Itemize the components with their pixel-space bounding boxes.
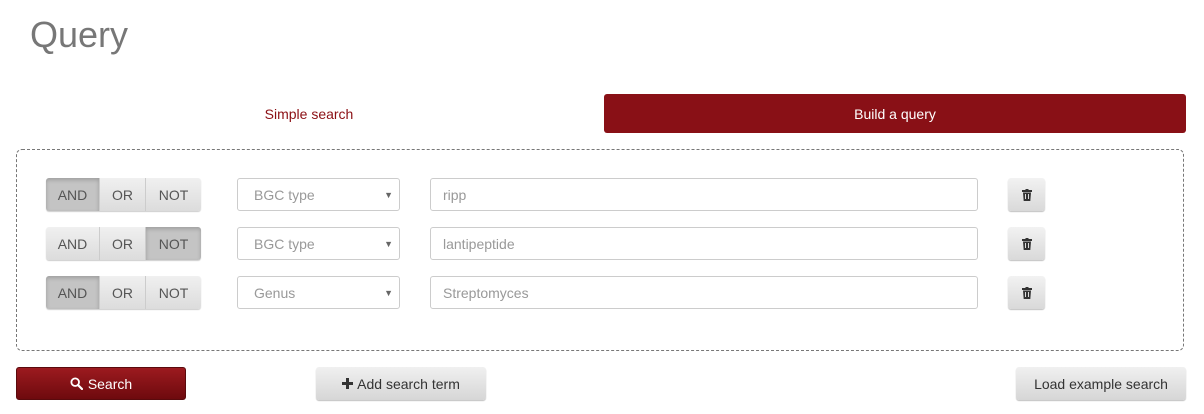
query-builder: AND OR NOT BGC type ▼ ripp AND OR NOT BG… [16,149,1184,351]
operator-or-label: OR [112,284,133,301]
load-example-button[interactable]: Load example search [1016,367,1186,400]
term-value-text: ripp [443,186,467,203]
tab-simple-search[interactable]: Simple search [16,94,602,133]
operator-toggle-group: AND OR NOT [46,276,201,309]
trash-icon [1021,237,1032,250]
plus-icon [342,378,354,389]
category-select[interactable]: BGC type ▼ [237,178,400,211]
tab-build-query-label: Build a query [854,105,936,122]
operator-and-label: AND [57,235,88,252]
tab-simple-search-label: Simple search [264,105,354,122]
category-select-value: BGC type [254,235,315,252]
add-search-term-label: Add search term [357,375,460,392]
category-select-value: Genus [254,284,296,301]
search-icon [70,377,83,390]
operator-and-button[interactable]: AND [46,276,100,309]
trash-icon [1021,188,1032,201]
operator-or-button[interactable]: OR [100,227,146,260]
operator-or-button[interactable]: OR [100,276,146,309]
query-term-row: AND OR NOT Genus ▼ Streptomyces [46,276,1046,309]
operator-or-label: OR [112,186,133,203]
load-example-label: Load example search [1034,375,1168,392]
search-button[interactable]: Search [16,367,186,400]
remove-term-button[interactable] [1008,227,1045,260]
category-select-value: BGC type [254,186,315,203]
operator-not-button[interactable]: NOT [146,227,201,260]
operator-not-button[interactable]: NOT [146,276,201,309]
operator-and-button[interactable]: AND [46,227,100,260]
operator-not-label: NOT [158,284,189,301]
operator-or-button[interactable]: OR [100,178,146,211]
remove-term-button[interactable] [1008,178,1045,211]
operator-or-label: OR [112,235,133,252]
trash-icon [1021,286,1032,299]
term-value-input[interactable]: ripp [430,178,978,211]
term-value-input[interactable]: lantipeptide [430,227,978,260]
search-button-label: Search [87,375,133,392]
add-search-term-button[interactable]: Add search term [316,367,486,400]
operator-toggle-group: AND OR NOT [46,227,201,260]
operator-toggle-group: AND OR NOT [46,178,201,211]
category-select[interactable]: Genus ▼ [237,276,400,309]
operator-and-label: AND [57,186,88,203]
operator-and-label: AND [57,284,88,301]
term-value-input[interactable]: Streptomyces [430,276,978,309]
query-term-row: AND OR NOT BGC type ▼ ripp [46,178,1046,211]
operator-not-label: NOT [158,186,189,203]
term-value-text: lantipeptide [443,235,515,252]
caret-down-icon: ▼ [384,239,393,249]
category-select[interactable]: BGC type ▼ [237,227,400,260]
operator-not-label: NOT [158,235,189,252]
query-term-row: AND OR NOT BGC type ▼ lantipeptide [46,227,1046,260]
remove-term-button[interactable] [1008,276,1045,309]
operator-and-button[interactable]: AND [46,178,100,211]
operator-not-button[interactable]: NOT [146,178,201,211]
term-value-text: Streptomyces [443,284,529,301]
caret-down-icon: ▼ [384,288,393,298]
caret-down-icon: ▼ [384,190,393,200]
tab-build-query[interactable]: Build a query [604,94,1186,133]
page-title: Query [30,14,129,55]
